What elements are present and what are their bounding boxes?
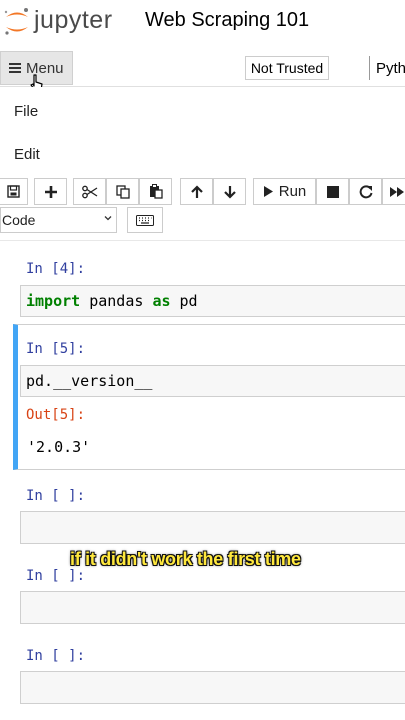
video-caption: if it didn't work the first time: [70, 549, 301, 569]
restart-button[interactable]: [349, 178, 382, 205]
save-button[interactable]: [0, 178, 28, 205]
cut-icon: [81, 185, 97, 198]
code-text: pd.__version__: [26, 372, 153, 390]
cut-button[interactable]: [73, 178, 106, 205]
move-down-button[interactable]: [213, 178, 246, 205]
notebook-title[interactable]: Web Scraping 101: [145, 9, 309, 32]
code-cell-input[interactable]: pd.__version__: [20, 365, 405, 397]
stop-icon: [326, 185, 339, 198]
paste-icon: [149, 184, 163, 199]
run-button[interactable]: Run: [253, 178, 316, 205]
move-down-icon: [223, 185, 236, 199]
cell-type-value: Code: [2, 212, 36, 228]
kernel-indicator[interactable]: Pyth: [369, 56, 405, 80]
code-cell-input[interactable]: import pandas as pd: [20, 285, 405, 317]
jupyter-logo-text: jupyter: [34, 6, 113, 34]
not-trusted-button[interactable]: Not Trusted: [245, 56, 329, 80]
move-up-button[interactable]: [180, 178, 213, 205]
menu-item-edit[interactable]: Edit: [14, 146, 40, 163]
jupyter-logo-icon[interactable]: [2, 6, 32, 38]
menu-dropdown: File Edit: [0, 87, 405, 173]
run-icon: [263, 186, 273, 197]
run-button-label: Run: [278, 183, 307, 200]
code-keyword: import: [26, 292, 81, 310]
input-prompt: In [ ]:: [26, 568, 86, 584]
input-prompt: In [4]:: [26, 261, 86, 277]
chevron-down-icon: [104, 216, 112, 221]
restart-icon: [359, 184, 372, 198]
command-palette-button[interactable]: [127, 207, 163, 233]
copy-icon: [115, 184, 130, 199]
copy-button[interactable]: [106, 178, 139, 205]
input-prompt: In [5]:: [26, 341, 86, 357]
output-prompt: Out[5]:: [26, 407, 86, 423]
code-cell-input[interactable]: [20, 671, 405, 704]
hamburger-icon: [9, 63, 21, 73]
code-cell-input[interactable]: [20, 511, 405, 544]
notebook-header: jupyter Web Scraping 101: [0, 0, 405, 51]
notebook-toolbar: Run Code: [0, 174, 405, 241]
input-prompt: In [ ]:: [26, 648, 86, 664]
fast-forward-icon: [390, 186, 404, 197]
interrupt-button[interactable]: [316, 178, 349, 205]
code-text: pandas: [80, 292, 153, 310]
move-up-icon: [190, 184, 203, 198]
keyboard-icon: [136, 214, 154, 226]
code-cell-input[interactable]: [20, 591, 405, 624]
paste-button[interactable]: [139, 178, 172, 205]
code-text: pd: [170, 292, 198, 310]
input-prompt: In [ ]:: [26, 488, 86, 504]
menu-bar: Menu: [0, 50, 405, 87]
add-icon: [44, 185, 57, 198]
insert-cell-button[interactable]: [34, 178, 67, 205]
menu-item-file[interactable]: File: [14, 103, 38, 120]
code-keyword: as: [152, 292, 171, 310]
restart-run-all-button[interactable]: [382, 178, 405, 205]
save-icon: [7, 185, 20, 198]
cell-type-select[interactable]: Code: [0, 207, 117, 233]
cell-output: '2.0.3': [27, 438, 91, 456]
